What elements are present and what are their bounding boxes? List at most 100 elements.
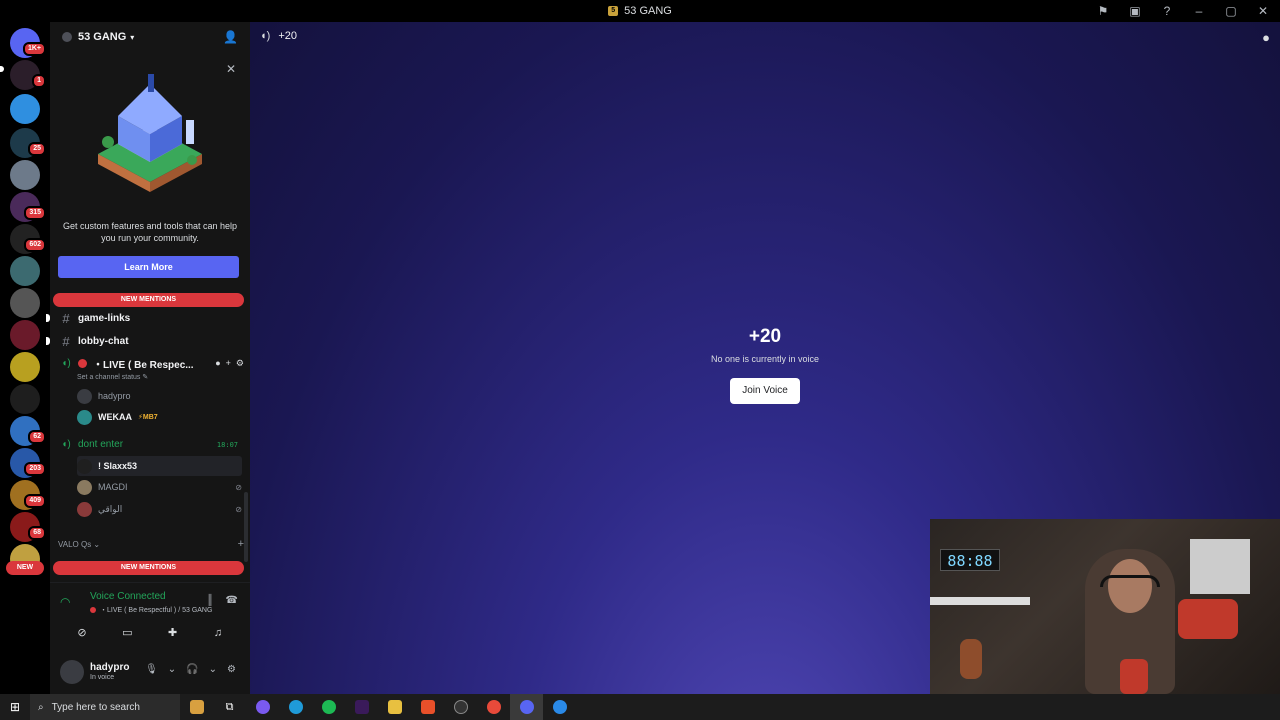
avatar[interactable] [60,660,84,684]
server-icon[interactable] [10,256,40,286]
user-name[interactable]: hadypro [90,662,129,673]
brave-icon[interactable] [411,694,444,720]
chrome-icon[interactable] [477,694,510,720]
chevron-down-icon: ⌄ [91,539,101,549]
taskbar-search[interactable]: ⌕ Type here to search [30,694,180,720]
shelf [930,597,1030,605]
discord-window: 5 53 GANG ⚑ ▣ ? – ▢ ✕ 1K+ 1 25 315 602 6… [0,0,1280,720]
voice-user[interactable]: الواقي ⊘ [77,499,242,519]
voice-connected-subtitle[interactable]: ・LIVE ( Be Respectful ) / 53 GANG [90,605,212,615]
disconnect-icon[interactable]: ☎ [226,595,238,606]
server-icon[interactable] [10,94,40,124]
join-voice-button[interactable]: Join Voice [730,378,800,404]
webcam-overlay: 88:88 [930,519,1280,694]
edge-icon[interactable] [279,694,312,720]
invite-people-icon[interactable]: 👤 [223,30,238,44]
microphone-icon[interactable]: 🎙 [145,664,158,675]
help-icon[interactable]: ? [1160,4,1174,18]
video-off-button[interactable]: ⊘ [64,623,100,643]
windows-start-icon[interactable]: ⊞ [0,700,30,714]
voice-status-row: ◠ Voice Connected ・LIVE ( Be Respectful … [58,591,242,617]
voice-user[interactable]: WEKAA ⚡MB7 [77,407,242,427]
channel-status[interactable]: Set a channel status ✎ [77,373,148,381]
server-header[interactable]: 53 GANG ▾ 👤 [50,22,250,52]
spotify-icon[interactable] [312,694,345,720]
channel-sidebar: 53 GANG ▾ 👤 ✕ Get custom features and to… [46,22,250,694]
premiere-icon[interactable] [345,694,378,720]
activities-button[interactable]: ✚ [155,623,191,643]
server-badge: 68 [28,526,46,540]
voice-empty-message: No one is currently in voice [710,354,820,364]
noise-suppression-icon[interactable]: ║ [206,595,213,606]
copilot-icon[interactable] [246,694,279,720]
category-name: VALO Qs [58,539,92,549]
voice-user[interactable]: ! Slaxx53 [77,456,242,476]
server-icon[interactable] [10,160,40,190]
avatar [77,458,92,474]
screen-share-button[interactable]: ▭ [109,623,145,643]
server-icon[interactable] [10,320,40,350]
deafened-icon: ⊘ [235,482,242,492]
chat-bubble-icon[interactable]: ● [1262,30,1270,45]
title-bar: 5 53 GANG ⚑ ▣ ? – ▢ ✕ [0,0,1280,22]
live-indicator-icon [78,358,87,368]
new-mentions-bottom-pill[interactable]: NEW MENTIONS [53,561,244,575]
headphones-icon[interactable]: 🎧 [186,664,198,675]
server-logo-icon: 5 [608,6,619,16]
invite-icon[interactable]: + [226,358,231,369]
close-icon[interactable]: ✕ [226,62,236,76]
voice-connected-title[interactable]: Voice Connected [90,591,166,602]
chevron-down-icon[interactable]: ⌄ [168,664,176,675]
signal-icon[interactable]: ◠ [60,595,70,609]
channel-status-placeholder: Set a channel status [77,374,141,381]
voice-user[interactable]: hadypro [77,386,242,406]
pencil-icon: ✎ [142,374,149,381]
server-badge: 602 [24,238,46,252]
server-badge: 409 [24,494,46,508]
search-placeholder: Type here to search [51,701,140,713]
file-explorer-icon[interactable] [378,694,411,720]
chat-bubble-icon[interactable]: ● [215,358,220,369]
voice-speaker-icon: ◖) [61,357,71,369]
server-icon[interactable] [10,352,40,382]
server-icon[interactable] [10,288,40,318]
channel-game-links[interactable]: # game-links [58,308,244,328]
house-illustration-icon [98,74,202,192]
browser-icon[interactable] [543,694,576,720]
avatar [77,501,92,517]
channel-lobby-chat[interactable]: # lobby-chat [58,331,244,351]
server-icon[interactable] [10,384,40,414]
server-badge: 25 [28,142,46,156]
screen-icon[interactable]: ▣ [1128,4,1142,18]
minimize-icon[interactable]: – [1192,4,1206,18]
chevron-down-icon[interactable]: ⌄ [209,664,217,675]
avatar [77,409,92,425]
learn-more-button[interactable]: Learn More [58,256,239,278]
task-view-icon[interactable]: ⧉ [213,694,246,720]
new-servers-pill[interactable]: NEW [6,561,44,575]
promo-text: Get custom features and tools that can h… [62,221,238,243]
sidebar-scrollbar[interactable] [244,492,248,562]
discord-icon[interactable] [510,694,543,720]
server-badge: 62 [28,430,46,444]
category-valo-qs[interactable]: VALO Qs ⌄ + [58,537,244,551]
new-mentions-top-pill[interactable]: NEW MENTIONS [53,293,244,307]
maximize-icon[interactable]: ▢ [1224,4,1238,18]
channel-name: game-links [78,312,131,324]
voice-user-name: ! Slaxx53 [98,461,138,471]
obs-icon[interactable] [444,694,477,720]
gear-icon[interactable]: ⚙ [227,664,236,675]
voice-channel-live[interactable]: ◖) ・LIVE ( Be Respec... ● + ⚙ [58,353,244,373]
soundboard-button[interactable]: ♫ [200,623,236,643]
server-rail: 1K+ 1 25 315 602 62 203 409 68 NEW [0,22,50,694]
cube-app-icon[interactable] [180,694,213,720]
inbox-flag-icon[interactable]: ⚑ [1096,4,1110,18]
close-window-icon[interactable]: ✕ [1256,4,1270,18]
user-tag: ⚡MB7 [138,414,158,421]
voice-channel-timer: 18:07 [216,441,238,449]
server-name: 53 GANG [78,31,127,43]
voice-user[interactable]: MAGDI ⊘ [77,477,242,497]
unread-pill [46,314,50,322]
figurine [960,639,982,679]
gear-icon[interactable]: ⚙ [236,358,244,369]
